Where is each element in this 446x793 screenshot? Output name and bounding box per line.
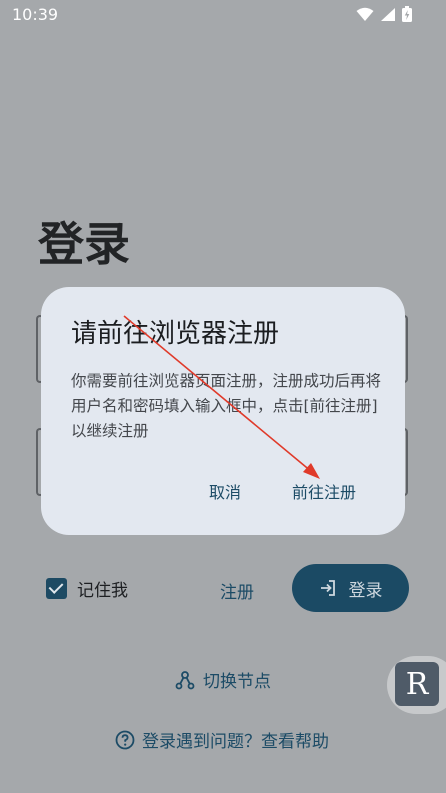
help-link[interactable]: 登录遇到问题？查看帮助 (115, 727, 329, 752)
login-icon (320, 580, 335, 596)
register-dialog: 请前往浏览器注册 你需要前往浏览器页面注册，注册成功后再将用户名和密码填入输入框… (41, 287, 405, 535)
floating-r-widget[interactable]: R (387, 656, 446, 714)
login-button-label: 登录 (348, 580, 383, 601)
login-button[interactable]: 登录 (292, 564, 409, 612)
cancel-button[interactable]: 取消 (209, 479, 241, 503)
signal-icon (381, 7, 395, 21)
help-label: 登录遇到问题？查看帮助 (142, 732, 329, 752)
r-logo-icon: R (395, 662, 439, 706)
nodes-icon (175, 670, 195, 689)
status-time: 10:39 (12, 5, 59, 24)
page-title: 登录 (38, 217, 130, 271)
battery-charging-icon (402, 6, 412, 22)
dialog-title: 请前往浏览器注册 (71, 319, 280, 349)
wifi-icon (356, 7, 374, 21)
remember-me-checkbox[interactable]: 记住我 (46, 576, 128, 601)
dialog-message: 你需要前往浏览器页面注册，注册成功后再将用户名和密码填入输入框中，点击[前往注册… (71, 372, 382, 440)
status-bar: 10:39 (0, 0, 446, 30)
remember-me-label: 记住我 (77, 581, 128, 601)
help-circle-icon (115, 730, 135, 749)
status-icons (356, 6, 412, 22)
switch-node-label: 切换节点 (203, 672, 271, 692)
switch-node-button[interactable]: 切换节点 (175, 667, 271, 692)
go-register-button[interactable]: 前往注册 (292, 479, 356, 503)
checkbox-checked-icon[interactable] (46, 578, 67, 599)
register-button[interactable]: 注册 (220, 578, 254, 603)
